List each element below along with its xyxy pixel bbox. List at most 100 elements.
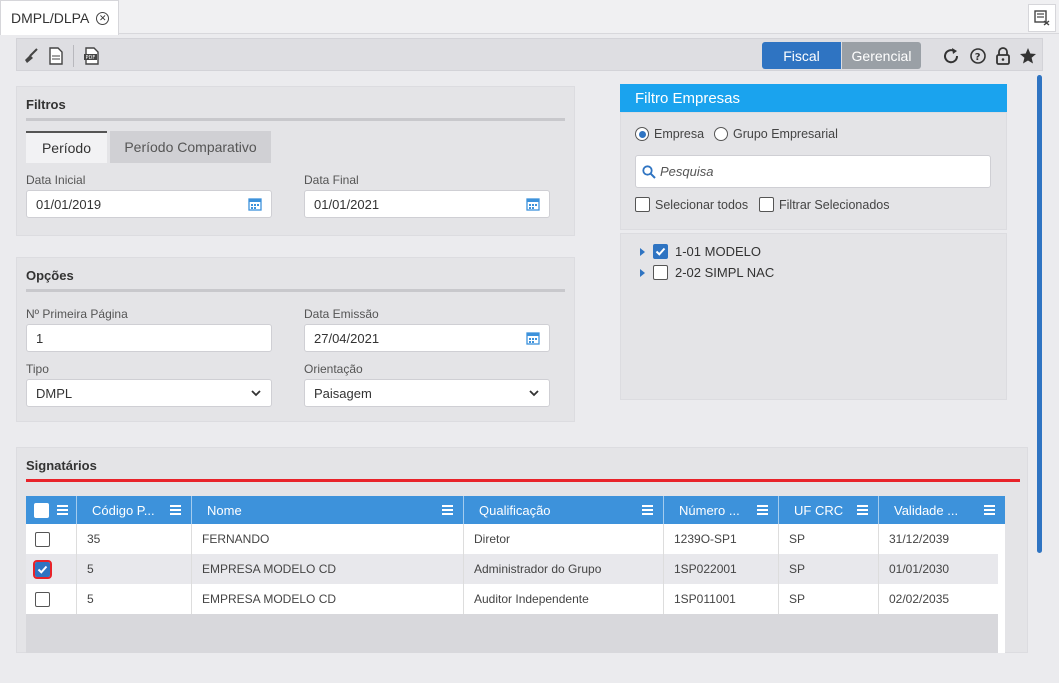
grid-header: Código P... Nome Qualificação Número ...… (26, 496, 1005, 524)
search-field[interactable]: Pesquisa (635, 155, 991, 188)
tab-periodo[interactable]: Período (26, 131, 107, 163)
column-header-uf[interactable]: UF CRC (779, 496, 879, 524)
tipo-value: DMPL (36, 385, 73, 401)
data-final-value: 01/01/2021 (314, 196, 380, 212)
table-row[interactable]: 35 FERNANDO Diretor 1239O-SP1 SP 31/12/2… (26, 524, 998, 554)
filtro-empresas-header: Filtro Empresas (620, 84, 1007, 112)
window-list-button[interactable] (1028, 4, 1056, 32)
expand-icon[interactable] (640, 247, 645, 256)
radio-empresa[interactable]: Empresa (635, 127, 704, 141)
cell-nome: FERNANDO (192, 524, 464, 554)
menu-icon[interactable] (642, 505, 653, 515)
primeira-pagina-input[interactable]: 1 (26, 324, 272, 352)
opcoes-rule (26, 289, 565, 292)
fiscal-toggle[interactable]: Fiscal (762, 42, 841, 69)
orientacao-select[interactable]: Paisagem (304, 379, 550, 407)
tab-dmpl-dlpa[interactable]: DMPL/DLPA ✕ (0, 0, 119, 35)
cell-qualificacao: Auditor Independente (464, 584, 664, 614)
star-icon[interactable] (1018, 46, 1038, 66)
svg-text:PDF: PDF (86, 55, 96, 61)
grid-scrollbar[interactable] (998, 524, 1005, 653)
column-header-label: Qualificação (479, 502, 551, 518)
checkbox[interactable] (35, 531, 50, 547)
cell-uf: SP (779, 524, 879, 554)
column-header-label: Nome (207, 502, 242, 518)
tree-item[interactable]: 2-02 SIMPL NAC (640, 265, 774, 280)
calendar-icon[interactable] (526, 197, 540, 211)
document-icon[interactable] (47, 47, 65, 65)
calendar-icon[interactable] (526, 331, 540, 345)
column-header-nome[interactable]: Nome (192, 496, 464, 524)
cell-nome: EMPRESA MODELO CD (192, 584, 464, 614)
row-select-cell[interactable] (26, 554, 77, 584)
data-final-field[interactable]: 01/01/2021 (304, 190, 550, 218)
toolbar-separator (73, 45, 74, 67)
column-header-label: Número ... (679, 502, 740, 518)
filtrar-selecionados[interactable]: Filtrar Selecionados (759, 197, 889, 212)
selecionar-todos[interactable]: Selecionar todos (635, 197, 748, 212)
help-icon[interactable]: ? (968, 46, 988, 66)
calendar-icon[interactable] (248, 197, 262, 211)
table-row[interactable]: 5 EMPRESA MODELO CD Auditor Independente… (26, 584, 998, 614)
checkbox[interactable] (635, 197, 650, 212)
select-all-checkbox[interactable] (34, 502, 49, 518)
select-all-header (26, 496, 77, 524)
table-row[interactable]: 5 EMPRESA MODELO CD Administrador do Gru… (26, 554, 998, 584)
filtros-title: Filtros (26, 97, 66, 112)
cell-codigo: 35 (77, 524, 192, 554)
cell-qualificacao: Administrador do Grupo (464, 554, 664, 584)
data-inicial-field[interactable]: 01/01/2019 (26, 190, 272, 218)
menu-icon[interactable] (170, 505, 181, 515)
tree-item[interactable]: 1-01 MODELO (640, 244, 761, 259)
menu-icon[interactable] (984, 505, 995, 515)
column-header-label: UF CRC (794, 502, 844, 518)
page-scrollbar[interactable] (1037, 75, 1042, 553)
cell-numero: 1SP011001 (664, 584, 779, 614)
tab-periodo-comparativo[interactable]: Período Comparativo (110, 131, 271, 163)
pdf-icon[interactable]: PDF (83, 47, 101, 65)
refresh-icon[interactable] (941, 46, 961, 66)
menu-icon[interactable] (57, 505, 68, 515)
checkbox[interactable] (653, 265, 668, 280)
cell-nome: EMPRESA MODELO CD (192, 554, 464, 584)
orientacao-label: Orientação (304, 362, 363, 376)
radio-grupo-label: Grupo Empresarial (733, 127, 838, 141)
data-inicial-value: 01/01/2019 (36, 196, 102, 212)
close-icon[interactable]: ✕ (96, 11, 110, 25)
cell-validade: 31/12/2039 (889, 532, 950, 546)
checkmark-icon (655, 247, 666, 256)
toolbar: PDF Fiscal Gerencial ? (16, 38, 1043, 71)
column-header-validade[interactable]: Validade ... (879, 496, 1005, 524)
cell-qualificacao: Diretor (464, 524, 664, 554)
signatarios-underline (26, 479, 1020, 482)
menu-icon[interactable] (442, 505, 453, 515)
row-select-cell[interactable] (26, 584, 77, 614)
column-header-label: Validade ... (894, 502, 959, 518)
cell-codigo: 5 (77, 554, 192, 584)
menu-icon[interactable] (857, 505, 868, 515)
column-header-qualificacao[interactable]: Qualificação (464, 496, 664, 524)
svg-text:?: ? (975, 52, 981, 63)
opcoes-title: Opções (26, 268, 74, 283)
checkbox[interactable] (653, 244, 668, 259)
checkbox[interactable] (35, 591, 50, 607)
row-select-cell[interactable] (26, 524, 77, 554)
checkbox[interactable] (33, 559, 52, 579)
menu-icon[interactable] (757, 505, 768, 515)
column-header-codigo[interactable]: Código P... (77, 496, 192, 524)
column-header-numero[interactable]: Número ... (664, 496, 779, 524)
radio-button[interactable] (714, 127, 728, 141)
radio-button[interactable] (635, 127, 649, 141)
lock-icon[interactable] (993, 46, 1013, 66)
expand-icon[interactable] (640, 268, 645, 277)
chevron-down-icon (251, 390, 261, 397)
radio-grupo[interactable]: Grupo Empresarial (714, 127, 838, 141)
data-emissao-field[interactable]: 27/04/2021 (304, 324, 550, 352)
broom-icon[interactable] (22, 47, 40, 65)
checkbox[interactable] (759, 197, 774, 212)
gerencial-toggle[interactable]: Gerencial (842, 42, 921, 69)
column-header-label: Código P... (92, 502, 155, 518)
tipo-select[interactable]: DMPL (26, 379, 272, 407)
cell-uf: SP (779, 584, 879, 614)
search-input[interactable]: Pesquisa (660, 164, 713, 179)
